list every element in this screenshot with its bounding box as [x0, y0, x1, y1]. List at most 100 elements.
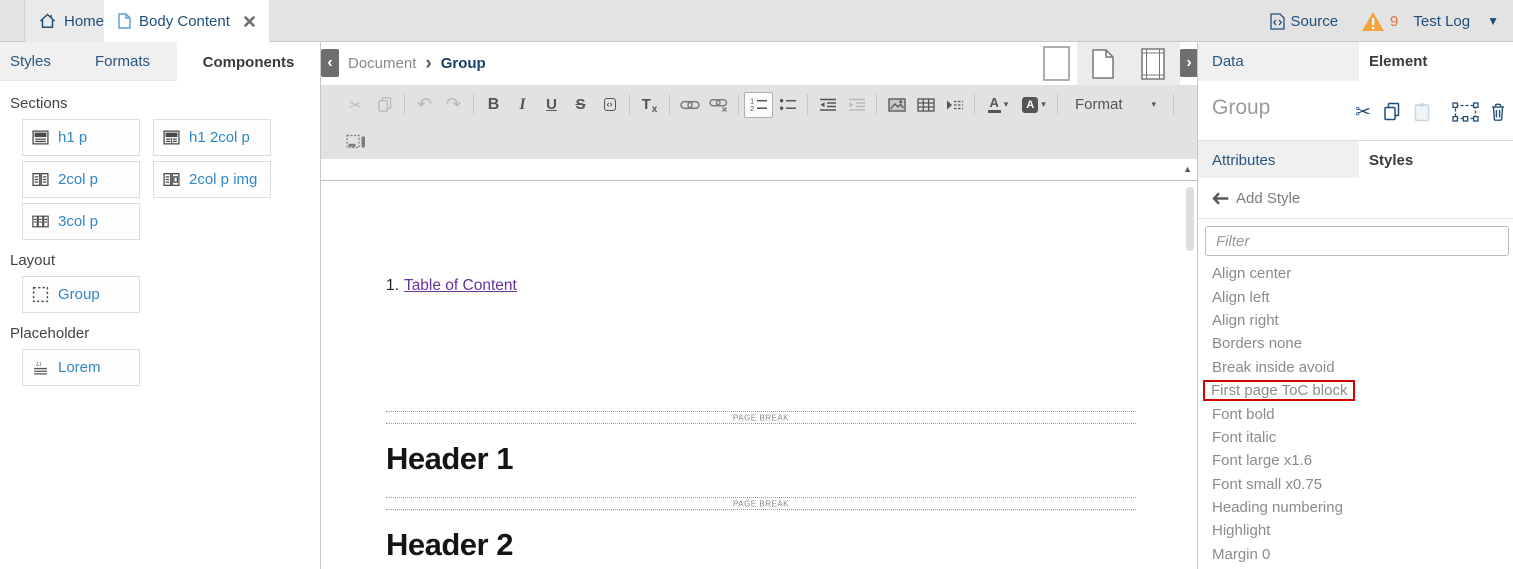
component-h1-p[interactable]: h1 p	[22, 119, 140, 156]
style-item-label: Margin 0	[1212, 546, 1270, 563]
outdent-button[interactable]	[813, 92, 842, 118]
code-snippet-button[interactable]: ‹›	[595, 92, 624, 118]
style-filter-input[interactable]	[1205, 226, 1509, 256]
redo-icon[interactable]: ↷	[439, 92, 468, 118]
link-icon[interactable]	[675, 92, 704, 118]
format-dropdown[interactable]: Format ▾	[1063, 96, 1168, 113]
topbar-right: Source 9 Test Log ▼	[1270, 0, 1499, 42]
bold-button[interactable]: B	[479, 92, 508, 118]
element-title: Group	[1212, 96, 1270, 120]
tab-styles[interactable]: Styles	[1359, 141, 1513, 179]
insert-table-button[interactable]	[911, 92, 940, 118]
style-item[interactable]: Font small x0.75	[1198, 473, 1513, 496]
tab-components[interactable]: Components	[177, 42, 320, 82]
select-element-icon[interactable]	[1452, 102, 1479, 122]
style-item[interactable]: First page ToC block	[1198, 379, 1513, 402]
bullet-list-button[interactable]	[773, 92, 802, 118]
insert-template-icon[interactable]	[940, 92, 969, 118]
breadcrumb-document[interactable]: Document	[348, 55, 416, 72]
source-button[interactable]: Source	[1270, 13, 1339, 30]
tab-attributes[interactable]: Attributes	[1198, 141, 1275, 179]
underline-button[interactable]: U	[537, 92, 566, 118]
home-icon	[39, 13, 56, 29]
component-label: Lorem	[58, 359, 101, 376]
right-panel-tabs: Data Element	[1198, 42, 1513, 81]
cut-icon[interactable]: ✂	[341, 92, 370, 118]
style-item[interactable]: Break inside avoid	[1198, 356, 1513, 379]
toc-link[interactable]: Table of Content	[404, 277, 517, 295]
style-item[interactable]: Font bold	[1198, 402, 1513, 425]
tab-body-content[interactable]: Body Content	[104, 0, 269, 42]
component-label: Group	[58, 286, 100, 303]
style-item[interactable]: Font large x1.6	[1198, 449, 1513, 472]
breadcrumb-group[interactable]: Group	[441, 55, 486, 72]
document-content: 1. Table of Content PAGE BREAK Header 1 …	[386, 181, 1136, 563]
create-div-container-icon[interactable]	[341, 129, 370, 155]
close-icon[interactable]	[244, 16, 255, 27]
style-item[interactable]: Margin 0	[1198, 543, 1513, 566]
style-item-label: Align right	[1212, 312, 1279, 329]
text-color-button[interactable]: A ▾	[980, 92, 1016, 118]
component-2col-p[interactable]: 2col p	[22, 161, 140, 198]
component-2col-p-img[interactable]: 2col p img	[153, 161, 271, 198]
unlink-icon[interactable]	[704, 92, 733, 118]
collapse-right-panel-button[interactable]: ›	[1180, 49, 1198, 77]
style-item[interactable]: Borders none	[1198, 332, 1513, 355]
style-item[interactable]: Align center	[1198, 262, 1513, 285]
copy-icon[interactable]	[370, 92, 399, 118]
toolbar-separator	[807, 94, 808, 115]
style-item[interactable]: Highlight	[1198, 519, 1513, 542]
warning-indicator[interactable]: 9	[1361, 11, 1398, 32]
collapse-left-panel-button[interactable]: ‹	[321, 49, 339, 77]
print-layout-icon[interactable]	[1134, 42, 1172, 85]
style-item-label: Font small x0.75	[1212, 476, 1322, 493]
tab-styles[interactable]: Styles	[10, 42, 51, 81]
component-label: h1 p	[58, 129, 87, 146]
copy-element-icon[interactable]	[1382, 102, 1402, 122]
style-item[interactable]: Heading numbering	[1198, 496, 1513, 519]
numbered-list-button[interactable]: 1 2	[744, 92, 773, 118]
document-canvas[interactable]: ▲ 1. Table of Content PAGE BREAK Header …	[321, 159, 1197, 569]
tab-data[interactable]: Data	[1198, 42, 1244, 81]
placeholder-title: Placeholder	[10, 325, 320, 342]
style-item[interactable]: Align left	[1198, 285, 1513, 308]
chevron-down-icon[interactable]: ▼	[1487, 14, 1499, 28]
test-log-button[interactable]: Test Log	[1413, 13, 1470, 30]
component-lorem[interactable]: Li Lorem	[22, 349, 140, 386]
document-view-icon[interactable]	[1085, 42, 1121, 85]
layout-grid: Group	[22, 276, 320, 313]
app-window: Home Body Content So	[0, 0, 1513, 569]
indent-button[interactable]	[842, 92, 871, 118]
caret-down-icon: ▾	[1004, 99, 1009, 110]
strikethrough-button[interactable]: S	[566, 92, 595, 118]
component-label: h1 2col p	[189, 129, 250, 146]
component-h1-2col-p[interactable]: h1 2col p	[153, 119, 271, 156]
remove-format-button[interactable]: Tx	[635, 92, 664, 118]
toolbar-separator	[876, 94, 877, 115]
toolbar-separator	[629, 94, 630, 115]
scrollbar-up-icon[interactable]: ▲	[1183, 164, 1192, 174]
3col-p-icon	[32, 213, 49, 230]
component-label: 2col p	[58, 171, 98, 188]
component-group[interactable]: Group	[22, 276, 140, 313]
style-item[interactable]: Align right	[1198, 309, 1513, 332]
background-color-button[interactable]: A ▾	[1016, 92, 1052, 118]
list-number: 1.	[386, 277, 399, 295]
toolbar-separator	[669, 94, 670, 115]
insert-image-button[interactable]	[882, 92, 911, 118]
italic-button[interactable]: I	[508, 92, 537, 118]
scrollbar-thumb[interactable]	[1186, 187, 1194, 251]
style-item-label: Font italic	[1212, 429, 1276, 446]
page-view-button[interactable]	[1036, 42, 1077, 85]
paste-element-icon[interactable]	[1413, 102, 1431, 122]
cut-element-icon[interactable]: ✂	[1355, 103, 1371, 122]
tab-home-label: Home	[64, 13, 104, 30]
tab-formats[interactable]: Formats	[95, 42, 150, 81]
format-dropdown-label: Format	[1075, 96, 1123, 113]
add-style-button[interactable]: Add Style	[1198, 178, 1513, 219]
tab-element[interactable]: Element	[1359, 42, 1513, 81]
delete-element-icon[interactable]	[1490, 102, 1506, 122]
undo-icon[interactable]: ↶	[410, 92, 439, 118]
component-3col-p[interactable]: 3col p	[22, 203, 140, 240]
style-item[interactable]: Font italic	[1198, 426, 1513, 449]
